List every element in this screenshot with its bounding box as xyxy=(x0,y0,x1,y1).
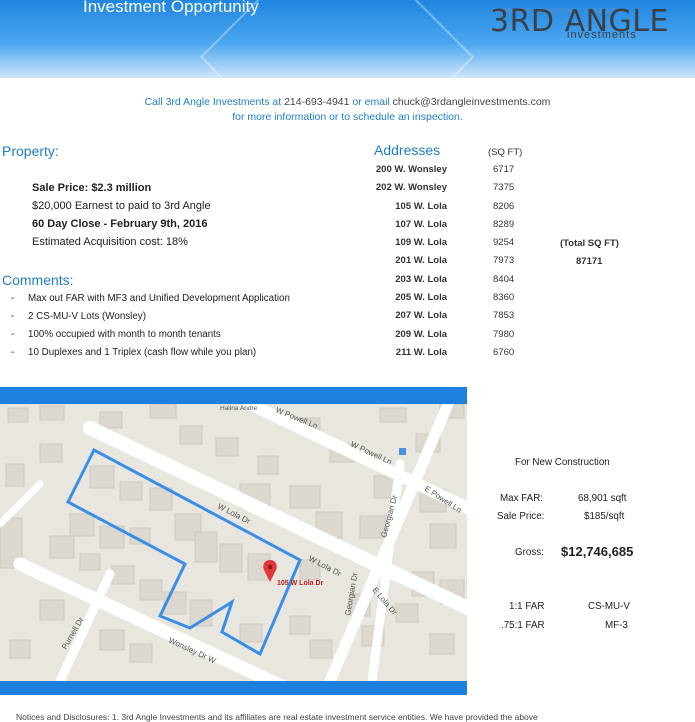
list-item: -100% occupied with month to month tenan… xyxy=(11,329,221,340)
construction-heading: For New Construction xyxy=(515,457,610,468)
addresses-heading: Addresses xyxy=(374,142,441,158)
contact-call-text: Call 3rd Angle Investments at xyxy=(144,96,282,108)
contact-phone[interactable]: 214-693-4941 xyxy=(284,96,349,108)
map-top-bar xyxy=(0,387,467,404)
max-far-value: 68,901 sqft xyxy=(578,493,627,504)
contact-line-1: Call 3rd Angle Investments at 214-693-49… xyxy=(0,96,695,108)
table-row: 211 W. Lola xyxy=(395,346,447,358)
table-cell: 8404 xyxy=(493,273,515,285)
gross-value: $12,746,685 xyxy=(561,544,634,559)
table-row: 202 W. Wonsley xyxy=(375,182,447,194)
table-cell: 9254 xyxy=(493,237,515,249)
map-marker-label: 105 W Lola Dr xyxy=(277,580,324,587)
list-item: -2 CS-MU-V Lots (Wonsley) xyxy=(11,311,146,322)
table-row: 209 W. Lola xyxy=(395,328,447,340)
max-far-label: Max FAR: xyxy=(500,493,544,504)
map-poi-icon xyxy=(399,448,406,455)
comments-heading: Comments: xyxy=(2,272,74,288)
address-column: 200 W. Wonsley 202 W. Wonsley 105 W. Lol… xyxy=(340,161,447,362)
sqft-heading: (SQ FT) xyxy=(488,147,523,158)
sqft-column: 6717 7375 8206 8289 9254 7973 8404 8360 … xyxy=(493,161,514,362)
property-details: Sale Price: $2.3 million $20,000 Earnest… xyxy=(32,179,211,251)
sale-price: Sale Price: $2.3 million xyxy=(32,182,152,194)
table-cell: 7980 xyxy=(493,328,515,340)
property-map[interactable]: Halina Andre W Powell Ln W Powell Ln E P… xyxy=(0,404,467,681)
table-cell: 7375 xyxy=(493,182,515,194)
table-cell: 8360 xyxy=(493,292,515,304)
closing-date: 60 Day Close - February 9th, 2016 xyxy=(32,218,208,230)
list-item: - Max out FAR with MF3 and Unified Develo… xyxy=(11,293,290,304)
earnest-money: $20,000 Earnest to paid to 3rd Angle xyxy=(32,200,211,212)
map-graphic: Halina Andre W Powell Ln W Powell Ln E P… xyxy=(0,404,467,681)
table-cell: 7853 xyxy=(493,310,515,322)
map-bottom-bar xyxy=(0,681,467,695)
table-row: 109 W. Lola xyxy=(395,237,447,249)
acquisition-cost: Estimated Acquisition cost: 18% xyxy=(32,236,188,248)
far-zone-2: MF-3 xyxy=(605,620,628,631)
table-cell: 8206 xyxy=(493,200,515,212)
table-row: 107 W. Lola xyxy=(395,218,447,230)
gross-label: Gross: xyxy=(515,547,544,558)
contact-or-email: or email xyxy=(352,96,390,108)
table-row: 200 W. Wonsley xyxy=(375,164,447,175)
company-logo-subtitle: investments xyxy=(567,29,637,41)
total-sqft-label: (Total SQ FT) xyxy=(560,238,619,249)
table-row: 201 W. Lola xyxy=(395,255,447,267)
disclosure-notice: Notices and Disclosures: 1. 3rd Angle In… xyxy=(16,712,538,722)
contact-email-link[interactable]: chuck@3rdangleinvestments.com xyxy=(393,96,551,108)
table-cell: 7973 xyxy=(493,255,515,267)
table-row: 203 W. Lola xyxy=(395,273,447,285)
property-heading: Property: xyxy=(2,143,59,159)
far-zone-1: CS-MU-V xyxy=(588,601,630,612)
comments-list: - Max out FAR with MF3 and Unified Develo… xyxy=(0,290,290,362)
page-title: Investment Opportunity xyxy=(83,0,259,16)
table-row: 105 W. Lola xyxy=(395,200,447,212)
sale-price-label: Sale Price: xyxy=(497,511,545,522)
sale-price-value: $185/sqft xyxy=(584,511,625,522)
contact-line-2: for more information or to schedule an i… xyxy=(232,111,463,123)
table-row: 207 W. Lola xyxy=(395,310,447,322)
far-ratio-2: .75:1 FAR xyxy=(501,620,545,631)
total-sqft-value: 87171 xyxy=(576,256,603,267)
table-cell: 8289 xyxy=(493,218,515,230)
map-label-halina: Halina Andre xyxy=(220,405,258,412)
table-cell: 6760 xyxy=(493,346,515,358)
table-cell: 6717 xyxy=(493,164,515,175)
list-item: -10 Duplexes and 1 Triplex (cash flow wh… xyxy=(11,347,257,358)
far-ratio-1: 1:1 FAR xyxy=(509,601,545,612)
table-row: 205 W. Lola xyxy=(395,292,447,304)
